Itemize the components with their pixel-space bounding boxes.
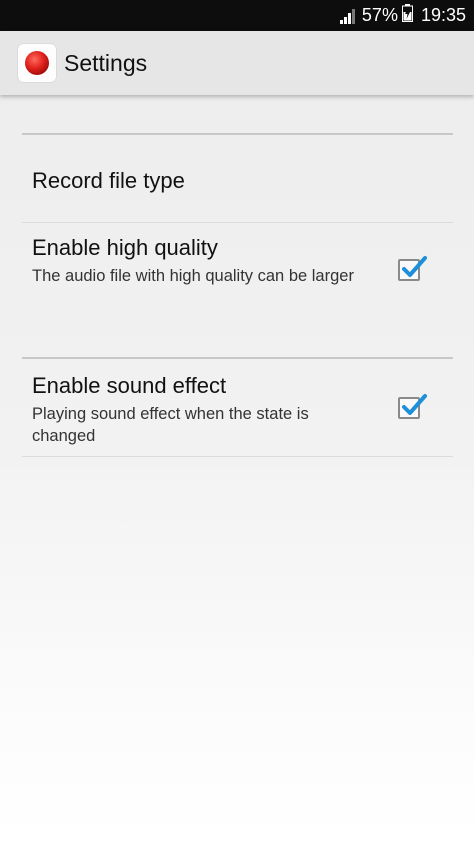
signal-icon — [339, 8, 356, 24]
battery-percent: 57% — [361, 5, 398, 25]
pref-enable-high-quality[interactable]: Enable high quality The audio file with … — [32, 235, 452, 287]
status-bar: 57% 19:35 — [0, 0, 474, 31]
high-quality-checkbox[interactable] — [398, 256, 427, 281]
item-divider — [22, 222, 453, 223]
pref-summary: Playing sound effect when the state is c… — [32, 405, 309, 445]
item-divider — [22, 456, 453, 457]
checkmark-icon — [402, 256, 427, 277]
pref-title: Enable high quality — [32, 235, 218, 260]
battery-icon — [401, 4, 413, 27]
pref-enable-sound-effect[interactable]: Enable sound effect Playing sound effect… — [32, 373, 452, 447]
page-title: Settings — [64, 49, 148, 76]
pref-title: Enable sound effect — [32, 373, 227, 398]
app-bar: Settings — [0, 31, 474, 95]
sound-effect-checkbox[interactable] — [398, 394, 427, 419]
record-app-icon[interactable] — [18, 44, 56, 82]
pref-title: Record file type — [32, 168, 185, 193]
clock: 19:35 — [420, 5, 466, 25]
category-divider — [22, 357, 453, 359]
category-divider — [22, 133, 453, 135]
pref-summary: The audio file with high quality can be … — [32, 267, 354, 285]
pref-record-file-type[interactable]: Record file type — [32, 168, 452, 194]
checkmark-icon — [402, 394, 427, 415]
